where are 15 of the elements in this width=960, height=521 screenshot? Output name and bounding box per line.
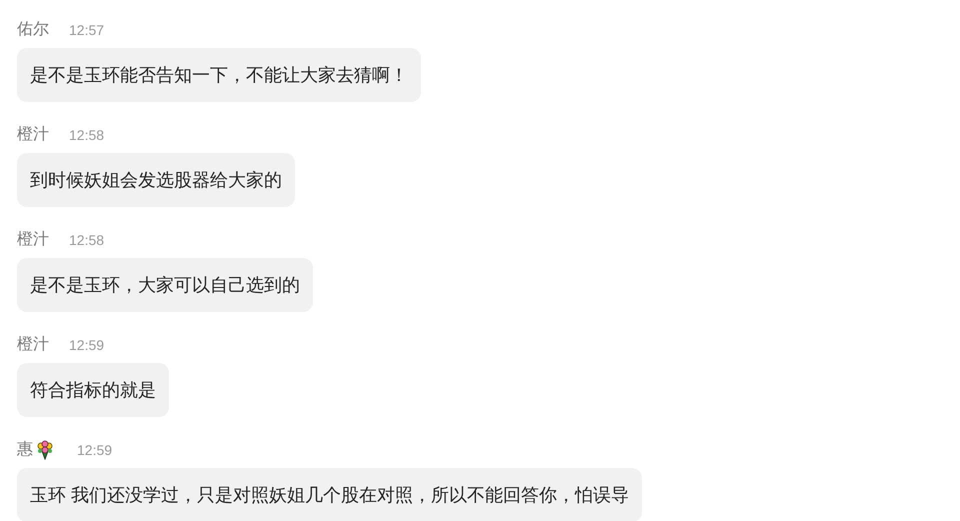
- message-bubble: 符合指标的就是: [17, 363, 169, 417]
- message-bubble: 是不是玉环能否告知一下，不能让大家去猜啊！: [17, 48, 421, 102]
- sender-name: 惠: [17, 440, 33, 460]
- sender-name: 佑尔: [17, 20, 49, 40]
- sender-name: 橙汁: [17, 334, 49, 355]
- message-bubble: 玉环 我们还没学过，只是对照妖姐几个股在对照，所以不能回答你，怕误导: [17, 468, 642, 521]
- message-bubble: 到时候妖姐会发选股器给大家的: [17, 153, 295, 207]
- message-time: 12:59: [77, 440, 112, 460]
- message-bubble: 是不是玉环，大家可以自己选到的: [17, 258, 313, 312]
- message-time: 12:59: [69, 336, 104, 354]
- message-time: 12:58: [69, 230, 104, 250]
- message-time: 12:58: [69, 126, 104, 144]
- sender-name: 橙汁: [17, 124, 49, 145]
- sender-name: 橙汁: [17, 230, 49, 250]
- message-time: 12:57: [69, 20, 104, 40]
